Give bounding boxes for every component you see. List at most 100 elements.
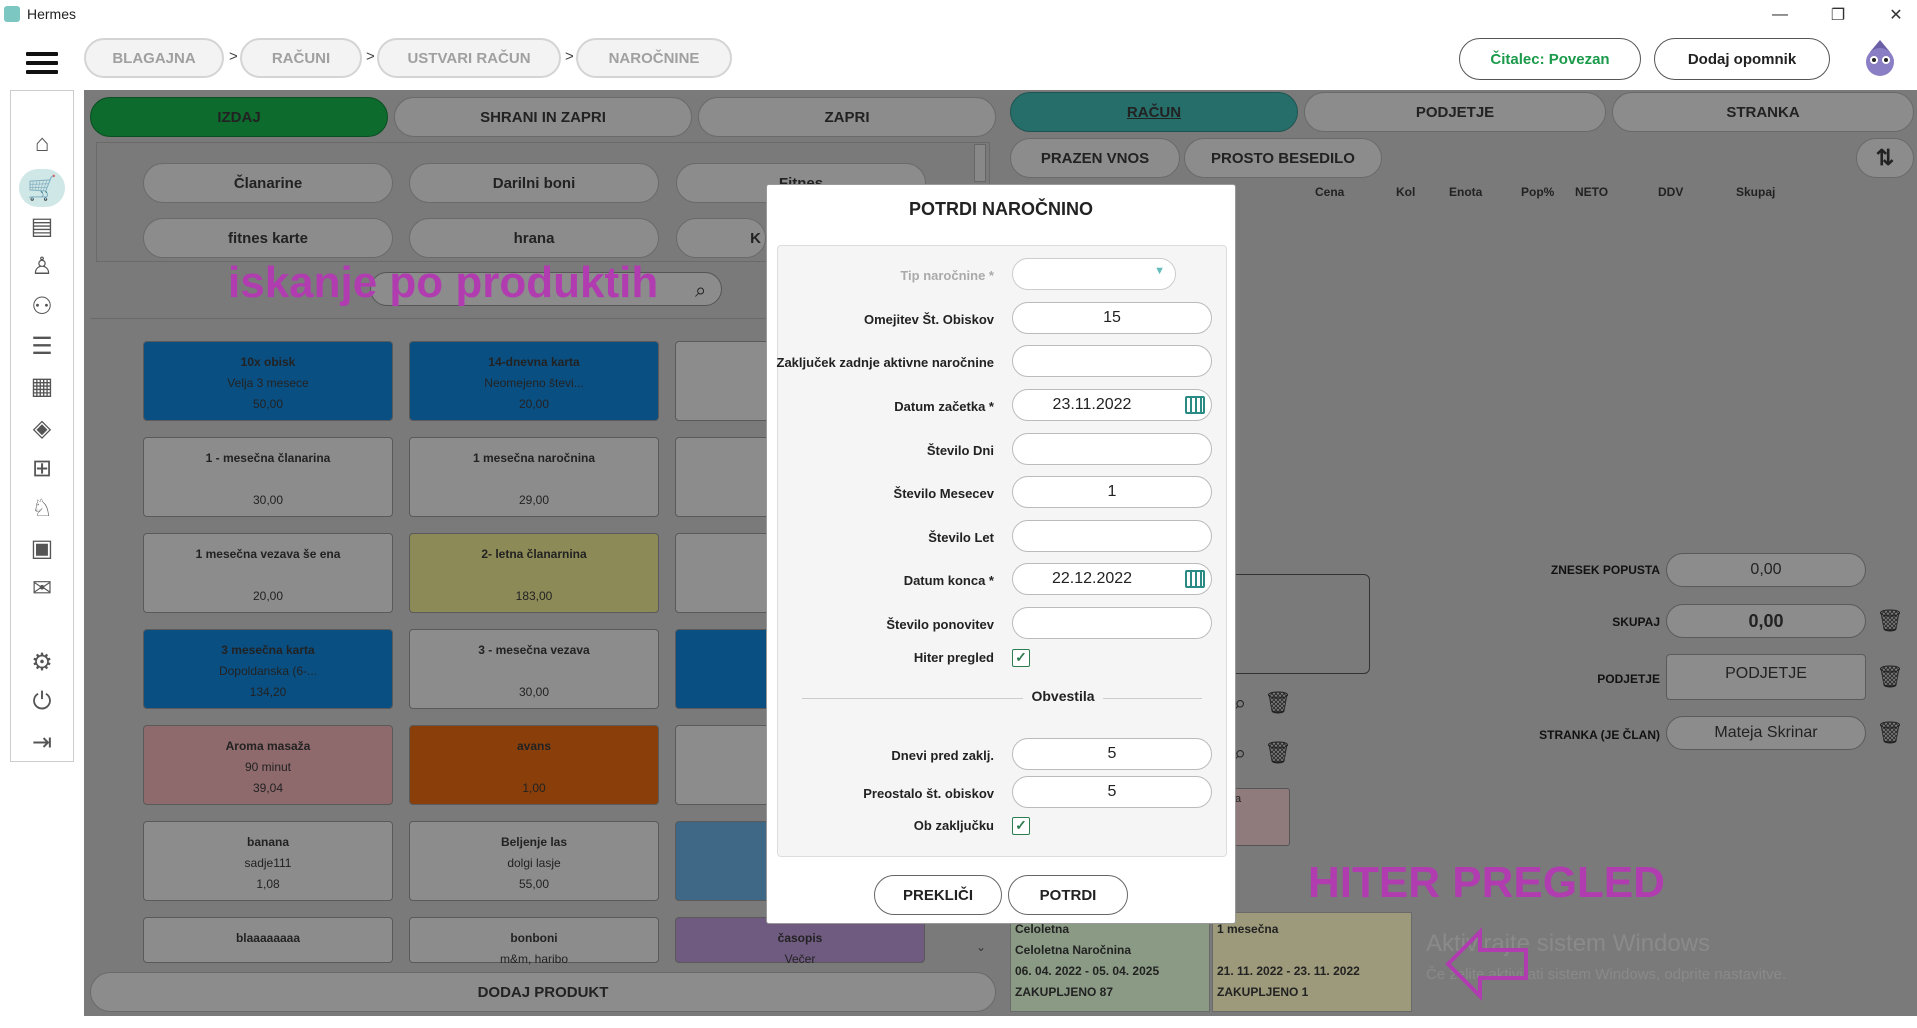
category-scrollbar[interactable] xyxy=(974,144,986,182)
product-price: 55,00 xyxy=(518,877,550,891)
breadcrumb-narocnine[interactable]: NAROČNINE xyxy=(576,38,732,78)
days-field[interactable] xyxy=(1012,433,1212,465)
category-darilni-boni[interactable]: Darilni boni xyxy=(409,163,659,203)
product-desc: m&m, haribo xyxy=(499,952,569,966)
remaining-visits-field[interactable]: 5 xyxy=(1012,776,1212,808)
tab-podjetje[interactable]: PODJETJE xyxy=(1304,92,1606,132)
notes-box[interactable] xyxy=(1230,574,1370,674)
trash-icon[interactable]: 🗑 xyxy=(1876,608,1904,634)
product-tile[interactable]: 10x obisk Velja 3 mesece 50,00 xyxy=(143,341,393,421)
tab-racun[interactable]: RAČUN xyxy=(1010,92,1298,132)
trash-icon[interactable]: 🗑 xyxy=(1264,690,1292,716)
calendar-icon[interactable]: ▦ xyxy=(27,371,57,401)
end-date-field[interactable]: 22.12.2022 xyxy=(1012,563,1212,595)
window-title: Hermes xyxy=(27,6,77,22)
layers-icon[interactable]: ◈ xyxy=(27,413,57,443)
product-desc: Dopoldanska (6-... xyxy=(218,664,318,678)
breadcrumb-racuni[interactable]: RAČUNI xyxy=(240,38,362,78)
home-icon[interactable]: ⌂ xyxy=(27,129,57,159)
logout-icon[interactable]: ⇥ xyxy=(27,727,57,757)
list-icon[interactable]: ☰ xyxy=(27,331,57,361)
calendar-icon[interactable] xyxy=(1185,570,1205,588)
fragment-tile[interactable]: a xyxy=(1230,788,1290,846)
breadcrumb-blagajna[interactable]: BLAGAJNA xyxy=(84,38,224,78)
trash-icon[interactable]: 🗑 xyxy=(1876,664,1904,690)
free-text-button[interactable]: PROSTO BESEDILO xyxy=(1184,138,1382,178)
add-product-button[interactable]: DODAJ PRODUKT xyxy=(90,972,996,1012)
category-k[interactable]: K xyxy=(676,218,766,258)
breadcrumb-ustvari-racun[interactable]: USTVARI RAČUN xyxy=(377,38,561,78)
product-tile[interactable]: 2- letna članarnina 183,00 xyxy=(409,533,659,613)
confirm-button[interactable]: POTRDI xyxy=(1008,875,1128,915)
category-hrana[interactable]: hrana xyxy=(409,218,659,258)
minimize-button[interactable]: — xyxy=(1760,2,1800,28)
chat-icon[interactable]: ✉ xyxy=(27,573,57,603)
worker-icon[interactable]: ♘ xyxy=(27,493,57,523)
start-date-field[interactable]: 23.11.2022 xyxy=(1012,389,1212,421)
product-desc: Velja 3 mesece xyxy=(227,376,309,390)
tab-stranka[interactable]: STRANKA xyxy=(1612,92,1914,132)
product-tile[interactable]: Aroma masaža 90 minut 39,04 xyxy=(143,725,393,805)
category-fitnes-karte[interactable]: fitnes karte xyxy=(143,218,393,258)
field-label: Število Mesecev xyxy=(893,486,994,501)
subscription-card[interactable]: Celoletna Celoletna Naročnina 06. 04. 20… xyxy=(1010,912,1210,1012)
days-before-field[interactable]: 5 xyxy=(1012,738,1212,770)
product-price: 20,00 xyxy=(518,397,550,411)
avatar[interactable] xyxy=(1860,38,1900,80)
product-tile[interactable]: 3 - mesečna vezava 30,00 xyxy=(409,629,659,709)
years-field[interactable] xyxy=(1012,520,1212,552)
restore-button[interactable]: ❐ xyxy=(1818,2,1858,28)
empty-entry-button[interactable]: PRAZEN VNOS xyxy=(1010,138,1180,178)
discount-field[interactable]: 0,00 xyxy=(1666,553,1866,587)
save-and-close-button[interactable]: SHRANI IN ZAPRI xyxy=(394,97,692,137)
product-tile[interactable]: banana sadje111 1,08 xyxy=(143,821,393,901)
product-name: avans xyxy=(516,739,552,753)
product-tile[interactable]: 14-dnevna karta Neomejeno števi... 20,00 xyxy=(409,341,659,421)
document-icon[interactable]: ▤ xyxy=(27,211,57,241)
visit-limit-field[interactable]: 15 xyxy=(1012,302,1212,334)
subscription-type-select[interactable]: ▼ xyxy=(1012,258,1176,290)
months-field[interactable]: 1 xyxy=(1012,476,1212,508)
customer-field[interactable]: Mateja Skrinar xyxy=(1666,716,1866,750)
users-icon[interactable]: ⚇ xyxy=(27,291,57,321)
add-reminder-button[interactable]: Dodaj opomnik xyxy=(1654,38,1830,80)
subscription-line: Celoletna Naročnina xyxy=(1015,943,1132,957)
reader-status-button[interactable]: Čitalec: Povezan xyxy=(1459,38,1641,80)
last-subscription-end-field[interactable] xyxy=(1012,345,1212,377)
power-icon[interactable]: ⏻ xyxy=(27,687,57,717)
briefcase-icon[interactable]: ▣ xyxy=(27,533,57,563)
product-tile[interactable]: 3 mesečna karta Dopoldanska (6-... 134,20 xyxy=(143,629,393,709)
gear-icon[interactable]: ⚙ xyxy=(27,647,57,677)
product-tile[interactable]: Beljenje las dolgi lasje 55,00 xyxy=(409,821,659,901)
cart-icon[interactable]: 🛒 xyxy=(19,169,65,207)
product-tile[interactable]: bonboni m&m, haribo xyxy=(409,917,659,966)
product-tile[interactable]: blaaaaaaaa xyxy=(143,917,393,963)
product-tile[interactable]: avans 1,00 xyxy=(409,725,659,805)
product-name: 1 - mesečna članarina xyxy=(205,451,331,465)
product-tile[interactable]: 1 - mesečna članarina 30,00 xyxy=(143,437,393,517)
category-clanarine[interactable]: Članarine xyxy=(143,163,393,203)
user-icon[interactable]: ♙ xyxy=(27,251,57,281)
issue-button[interactable]: IZDAJ xyxy=(90,97,388,137)
calendar-icon[interactable] xyxy=(1185,396,1205,414)
sort-icon[interactable]: ⇅ xyxy=(1856,138,1914,178)
search-annotation: iskanje po produktih xyxy=(228,258,659,307)
scroll-down-icon[interactable]: ⌄ xyxy=(976,940,986,954)
company-field[interactable]: PODJETJE xyxy=(1666,654,1866,700)
product-tile[interactable]: 1 mesečna vezava še ena 20,00 xyxy=(143,533,393,613)
close-invoice-button[interactable]: ZAPRI xyxy=(698,97,996,137)
menu-icon[interactable] xyxy=(26,52,58,74)
product-price: 30,00 xyxy=(252,493,284,507)
search-icon[interactable]: ⌕ xyxy=(695,280,706,303)
cancel-button[interactable]: PREKLIČI xyxy=(874,875,1002,915)
hierarchy-icon[interactable]: ⊞ xyxy=(27,453,57,483)
close-button[interactable]: ✕ xyxy=(1876,2,1916,28)
subscription-card[interactable]: 1 mesečna 21. 11. 2022 - 23. 11. 2022 ZA… xyxy=(1212,912,1412,1012)
product-tile[interactable]: 1 mesečna naročnina 29,00 xyxy=(409,437,659,517)
trash-icon[interactable]: 🗑 xyxy=(1264,740,1292,766)
column-cena: Cena xyxy=(1315,185,1345,199)
on-end-checkbox[interactable]: ✓ xyxy=(1012,817,1030,835)
trash-icon[interactable]: 🗑 xyxy=(1876,720,1904,746)
repetitions-field[interactable] xyxy=(1012,607,1212,639)
quick-view-checkbox[interactable]: ✓ xyxy=(1012,649,1030,667)
